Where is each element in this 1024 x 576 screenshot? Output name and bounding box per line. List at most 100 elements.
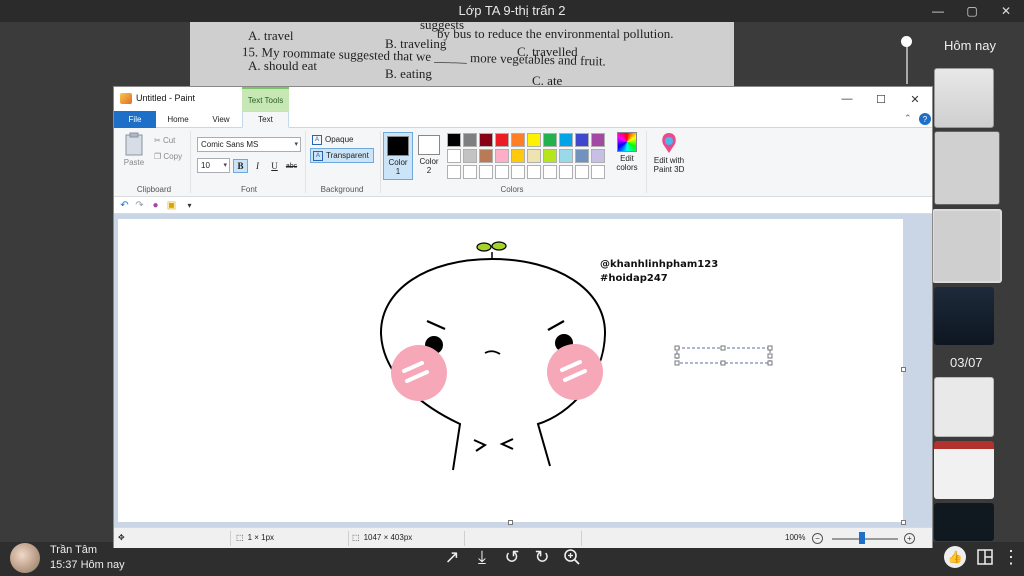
palette-swatch[interactable] xyxy=(511,149,525,163)
palette-swatch[interactable] xyxy=(559,149,573,163)
help-icon[interactable]: ? xyxy=(919,113,931,125)
palette-swatch[interactable] xyxy=(479,165,493,179)
thumbnail-3-selected[interactable] xyxy=(932,209,1002,283)
like-icon[interactable]: 👍 xyxy=(944,546,966,568)
palette-swatch[interactable] xyxy=(495,165,509,179)
rotate-right-icon[interactable]: ↻ xyxy=(531,546,553,568)
image-size-value: 1047 × 403px xyxy=(363,533,413,542)
zoom-in-button[interactable]: + xyxy=(904,533,915,544)
color1-button[interactable]: Color 1 xyxy=(383,132,413,180)
palette-swatch[interactable] xyxy=(447,165,461,179)
paint-maximize-button[interactable]: ☐ xyxy=(864,87,898,111)
palette-swatch[interactable] xyxy=(511,165,525,179)
thumbnail-7[interactable] xyxy=(934,503,994,541)
close-button[interactable]: ✕ xyxy=(990,0,1022,22)
thumbnail-4[interactable] xyxy=(934,287,994,345)
zoom-out-button[interactable]: − xyxy=(812,533,823,544)
palette-swatch[interactable] xyxy=(495,149,509,163)
paint-minimize-button[interactable]: — xyxy=(830,87,864,111)
palette-swatch[interactable] xyxy=(463,149,477,163)
maximize-button[interactable]: ▢ xyxy=(956,0,988,22)
palette-swatch[interactable] xyxy=(447,149,461,163)
save-icon[interactable]: ▣ xyxy=(166,200,177,211)
canvas-handle-text: @khanhlinhpham123 xyxy=(600,259,718,270)
redo-icon[interactable]: ↷ xyxy=(134,200,145,211)
font-size-select[interactable]: 10 ▾ xyxy=(197,158,230,173)
palette-swatch[interactable] xyxy=(543,133,557,147)
palette-swatch[interactable] xyxy=(527,133,541,147)
palette-swatch[interactable] xyxy=(447,133,461,147)
tab-text[interactable]: Text xyxy=(242,111,289,128)
paint3d-small-icon[interactable]: ● xyxy=(150,200,161,211)
ribbon-divider xyxy=(646,131,647,193)
palette-swatch[interactable] xyxy=(543,165,557,179)
more-icon[interactable]: ⋮ xyxy=(1000,546,1022,568)
minimize-button[interactable]: — xyxy=(922,0,954,22)
palette-swatch[interactable] xyxy=(575,149,589,163)
paint-close-button[interactable]: ✕ xyxy=(898,87,932,111)
thumbnail-6[interactable] xyxy=(934,441,994,499)
italic-button[interactable]: I xyxy=(250,159,265,173)
palette-swatch[interactable] xyxy=(559,133,573,147)
edit-with-paint3d-button[interactable]: Edit with Paint 3D xyxy=(650,132,688,174)
canvas-resize-handle-right[interactable] xyxy=(901,367,906,372)
bold-button[interactable]: B xyxy=(233,159,248,173)
tab-home[interactable]: Home xyxy=(156,111,200,128)
paint3d-label-1: Edit with xyxy=(653,156,685,165)
share-icon[interactable]: ↗ xyxy=(441,546,463,568)
palette-swatch[interactable] xyxy=(527,149,541,163)
palette-swatch[interactable] xyxy=(575,165,589,179)
zoom-slider-track[interactable] xyxy=(832,538,898,540)
edit-colors-label-1: Edit xyxy=(620,154,634,163)
transparent-option[interactable]: A Transparent xyxy=(310,148,374,163)
thumbnail-1[interactable] xyxy=(934,68,994,128)
chevron-down-icon: ▾ xyxy=(223,162,227,169)
underline-button[interactable]: U xyxy=(267,159,282,173)
tab-file[interactable]: File xyxy=(114,111,156,128)
palette-swatch[interactable] xyxy=(511,133,525,147)
transparent-label: Transparent xyxy=(326,151,369,160)
download-icon[interactable]: ⤓ xyxy=(471,546,493,568)
canvas-resize-handle-bottom[interactable] xyxy=(508,520,513,525)
transparent-icon: A xyxy=(313,150,323,161)
palette-swatch[interactable] xyxy=(527,165,541,179)
photo-text: B. eating xyxy=(385,66,432,81)
font-family-select[interactable]: Comic Sans MS ▾ xyxy=(197,137,301,152)
zoom-in-icon[interactable] xyxy=(561,546,583,568)
strikethrough-button[interactable]: abc xyxy=(284,159,299,173)
ribbon-divider xyxy=(380,131,381,193)
palette-swatch[interactable] xyxy=(463,165,477,179)
cut-button[interactable]: ✂ Cut xyxy=(154,136,175,145)
undo-icon[interactable]: ↶ xyxy=(119,200,130,211)
color2-label-line1: Color xyxy=(419,157,439,166)
palette-swatch[interactable] xyxy=(575,133,589,147)
paint3d-icon xyxy=(662,133,676,153)
drawing-canvas[interactable]: @khanhlinhpham123 #hoidap247 xyxy=(118,219,903,522)
palette-swatch[interactable] xyxy=(543,149,557,163)
palette-swatch[interactable] xyxy=(559,165,573,179)
palette-swatch[interactable] xyxy=(591,133,605,147)
collapse-ribbon-icon[interactable]: ⌃ xyxy=(904,113,912,124)
layout-icon[interactable] xyxy=(974,546,996,568)
timeline-dot[interactable] xyxy=(901,36,912,47)
selection-handles[interactable] xyxy=(674,345,773,366)
palette-swatch[interactable] xyxy=(591,149,605,163)
font-group-label: Font xyxy=(240,185,257,194)
customize-toolbar-icon[interactable]: ▾ xyxy=(184,200,195,211)
edit-colors-button[interactable]: Edit colors xyxy=(612,132,642,172)
palette-swatch[interactable] xyxy=(495,133,509,147)
thumbnail-5[interactable] xyxy=(934,377,994,437)
palette-swatch[interactable] xyxy=(463,133,477,147)
canvas-resize-handle-corner[interactable] xyxy=(901,520,906,525)
rotate-left-icon[interactable]: ↺ xyxy=(501,546,523,568)
zoom-slider-thumb[interactable] xyxy=(859,532,865,544)
palette-swatch[interactable] xyxy=(479,149,493,163)
paste-button[interactable]: Paste xyxy=(122,132,146,167)
opaque-option[interactable]: A Opaque xyxy=(310,132,374,147)
thumbnail-2[interactable] xyxy=(934,131,1000,205)
palette-swatch[interactable] xyxy=(479,133,493,147)
copy-button[interactable]: ❐ Copy xyxy=(154,152,182,161)
tab-view[interactable]: View xyxy=(200,111,242,128)
palette-swatch[interactable] xyxy=(591,165,605,179)
color2-button[interactable]: Color 2 xyxy=(414,132,444,180)
